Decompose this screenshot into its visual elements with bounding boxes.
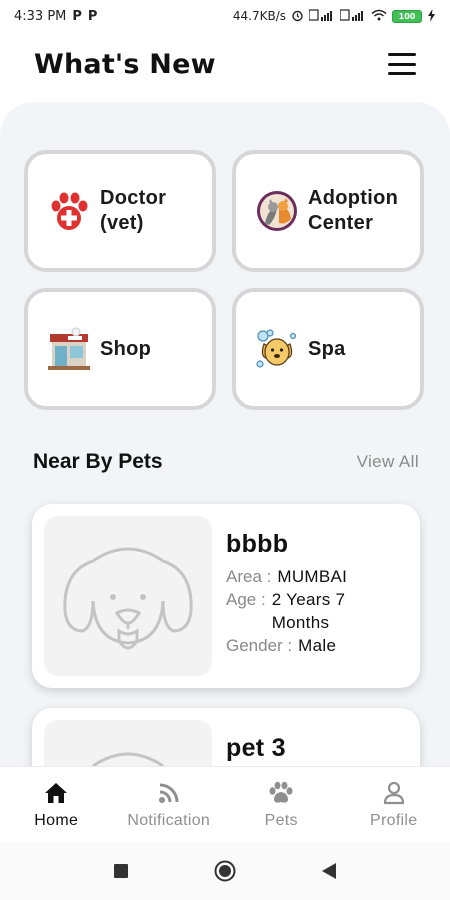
back-icon[interactable]: [316, 858, 342, 884]
paw-icon: [268, 780, 294, 806]
pet-age-row: Age : 2 Years 7 Months: [226, 588, 390, 634]
service-tile-shop[interactable]: Shop: [24, 288, 216, 410]
signal-icon: [339, 9, 366, 23]
content-panel: Doctor (vet) Adoption Center Shop Spa Ne…: [0, 102, 450, 782]
status-bar: 4:33 PM P P 44.7KB/s 100: [0, 0, 450, 32]
services-grid: Doctor (vet) Adoption Center Shop Spa: [24, 150, 428, 410]
service-label-line: Adoption: [308, 187, 399, 209]
home-icon: [43, 780, 69, 806]
wifi-icon: [371, 9, 387, 23]
menu-bar: [388, 53, 416, 56]
pet-name: pet 3: [226, 734, 286, 762]
recent-apps-icon[interactable]: [108, 858, 134, 884]
pet-area-label: Area :: [226, 567, 272, 586]
service-label-line: (vet): [100, 212, 144, 234]
view-all-link[interactable]: View All: [357, 452, 419, 472]
page-title: What's New: [34, 48, 216, 80]
system-navigation-bar: [0, 842, 450, 900]
service-tile-spa[interactable]: Spa: [232, 288, 424, 410]
nav-item-pets[interactable]: Pets: [225, 767, 338, 842]
app-header: What's New: [0, 36, 450, 92]
pet-shop-icon: [46, 326, 92, 372]
nav-item-home[interactable]: Home: [0, 767, 113, 842]
service-tile-doctor[interactable]: Doctor (vet): [24, 150, 216, 272]
home-button-icon[interactable]: [212, 858, 238, 884]
status-bar-left: 4:33 PM P P: [14, 9, 97, 24]
service-label-line: Center: [308, 212, 374, 234]
rss-icon: [156, 780, 182, 806]
nav-label: Pets: [264, 811, 298, 829]
bottom-navigation: Home Notification Pets Profile: [0, 766, 450, 842]
service-label: Spa: [308, 337, 346, 362]
pet-gender-label: Gender :: [226, 636, 293, 655]
pet-area-row: Area : MUMBAI: [226, 565, 390, 588]
service-label-line: Spa: [308, 337, 346, 360]
pet-gender-row: Gender : Male: [226, 634, 390, 657]
pet-age-value: 2 Years 7 Months: [271, 590, 346, 632]
charging-icon: [427, 8, 436, 24]
signal-icon: [308, 9, 335, 23]
user-icon: [381, 780, 407, 806]
menu-bar: [388, 72, 416, 75]
app-indicator-icon: P: [72, 8, 82, 24]
battery-icon: 100: [392, 9, 422, 23]
service-tile-adoption[interactable]: Adoption Center: [232, 150, 424, 272]
pet-gender-value: Male: [298, 636, 337, 655]
adoption-center-icon: [254, 188, 300, 234]
menu-bar: [388, 62, 416, 66]
service-label-line: Shop: [100, 337, 152, 360]
pet-area-value: MUMBAI: [277, 567, 348, 586]
app-indicator-icon: P: [87, 8, 98, 24]
section-title: Near By Pets: [33, 450, 163, 473]
alarm-icon: [291, 9, 304, 24]
pet-info: bbbb Area : MUMBAI Age : 2 Years 7 Month…: [212, 516, 390, 676]
network-speed: 44.7KB/s: [232, 9, 286, 23]
dog-spa-icon: [254, 326, 300, 372]
nav-label: Profile: [370, 811, 418, 829]
status-time: 4:33 PM: [14, 8, 67, 24]
service-label: Shop: [100, 337, 151, 362]
vet-paw-icon: [46, 188, 92, 234]
service-label-line: Doctor: [100, 187, 167, 209]
nav-item-notification[interactable]: Notification: [113, 767, 226, 842]
service-label: Adoption Center: [308, 186, 398, 236]
nav-label: Notification: [127, 811, 211, 829]
hamburger-menu-icon[interactable]: [388, 53, 416, 75]
pet-card[interactable]: bbbb Area : MUMBAI Age : 2 Years 7 Month…: [32, 504, 420, 688]
service-label: Doctor (vet): [100, 186, 166, 236]
nav-item-profile[interactable]: Profile: [338, 767, 450, 842]
status-bar-right: 44.7KB/s 100: [232, 8, 436, 24]
pet-placeholder-image: [44, 516, 212, 676]
pet-name: bbbb: [226, 530, 289, 558]
dog-face-icon: [63, 547, 193, 650]
near-by-pets-header: Near By Pets View All: [33, 450, 419, 474]
pet-age-label: Age :: [226, 590, 266, 609]
nav-label: Home: [34, 811, 79, 829]
